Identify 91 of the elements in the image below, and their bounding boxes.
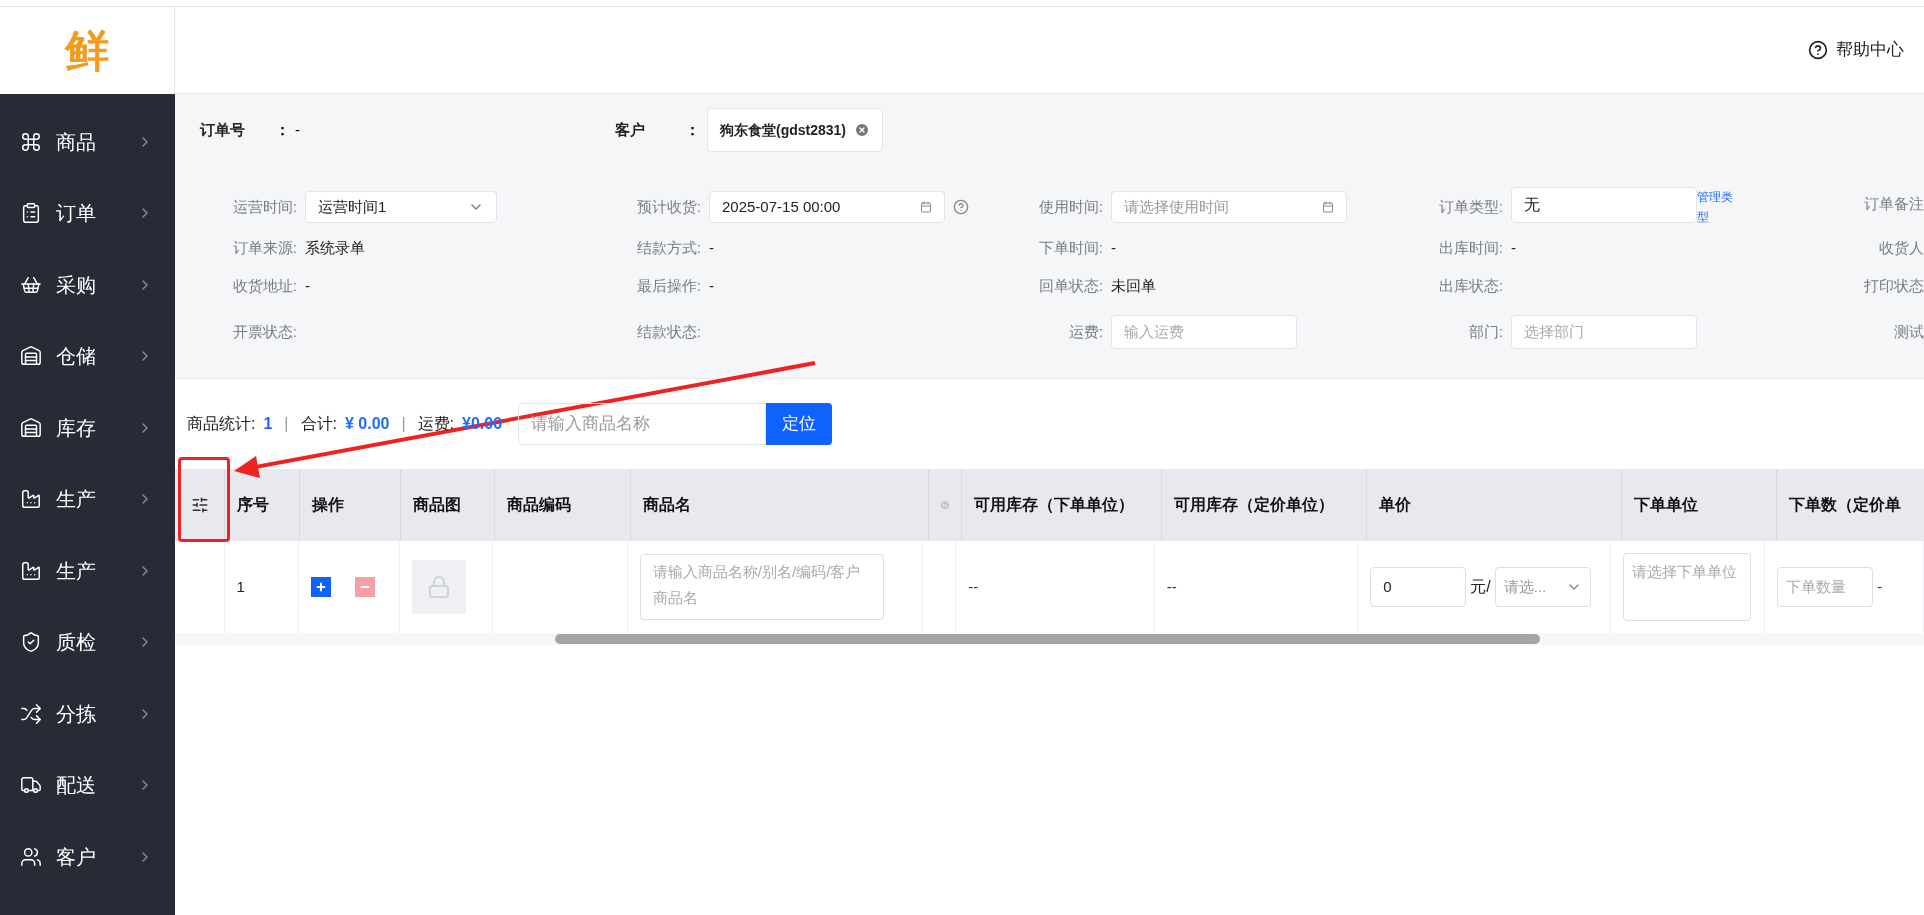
column-header: 操作 (312, 495, 344, 515)
date-field[interactable]: 2025-07-15 00:00 (709, 191, 945, 223)
plus-icon (315, 581, 328, 593)
field-label: 打印状态 (1864, 275, 1924, 296)
column-header: 可用库存（定价单位） (1174, 495, 1334, 515)
menu-item-icon (20, 559, 42, 582)
order-number-label: 订单号 (200, 119, 246, 140)
menu-item-icon (20, 130, 42, 153)
field-value: - (305, 275, 310, 296)
remove-row-button[interactable] (355, 577, 376, 597)
field-label: 下单时间: (1038, 237, 1103, 258)
logo: 鲜 (65, 28, 109, 73)
select-field[interactable]: 运营时间1 (305, 191, 497, 223)
menu-item-icon (20, 202, 42, 225)
field-label: 使用时间: (1038, 196, 1103, 217)
field-label: 预计收货: (636, 196, 701, 217)
column-header: 下单数（定价单 (1789, 495, 1901, 515)
help-icon[interactable] (953, 199, 969, 215)
sidebar-item[interactable]: 客户 (0, 821, 175, 893)
locate-button[interactable]: 定位 (766, 403, 833, 445)
column-header: 单价 (1379, 495, 1411, 515)
add-row-button[interactable] (311, 577, 332, 597)
column-header: 下单单位 (1634, 495, 1698, 515)
menu-item-icon (20, 345, 42, 368)
column-header: 可用库存（下单单位） (974, 495, 1134, 515)
input-field[interactable]: 无 (1511, 187, 1697, 223)
field-value: - (709, 237, 714, 258)
field-value: - (1111, 237, 1116, 258)
manage-types-link[interactable]: 管理类型 (1697, 187, 1739, 227)
colon: ： (685, 119, 701, 140)
menu-item-icon (20, 702, 42, 725)
field-value: 未回单 (1111, 275, 1156, 296)
column-header: 序号 (237, 495, 269, 515)
column-settings-icon[interactable] (190, 496, 209, 514)
field-label: 结款方式: (636, 237, 701, 258)
field-value: - (709, 275, 714, 296)
field-label: 结款状态: (636, 321, 701, 342)
customer-label: 客户 (615, 119, 646, 140)
separator: | (401, 414, 406, 434)
total-value: ¥ 0.00 (344, 414, 390, 434)
menu-item-icon (20, 631, 42, 654)
field-value: 系统录单 (305, 237, 365, 258)
sidebar-item[interactable]: 分拣 (0, 678, 175, 750)
customer-tag[interactable]: 狗东食堂(gdst2831) (707, 108, 884, 152)
sidebar-item[interactable]: 生产 (0, 535, 175, 607)
field-label: 收货地址: (232, 275, 297, 296)
field-label: 订单备注 (1864, 193, 1924, 214)
field-label: 订单类型: (1438, 196, 1503, 217)
sidebar-item[interactable]: 仓储 (0, 320, 175, 392)
sidebar-item[interactable]: 采购 (0, 249, 175, 321)
sidebar-item[interactable]: 商品 (0, 106, 175, 178)
sidebar-item[interactable]: 订单 (0, 177, 175, 249)
calendar-icon (1322, 201, 1334, 213)
clear-icon[interactable] (854, 122, 871, 138)
menu-item-icon (20, 488, 42, 511)
price-field[interactable]: 0 (1370, 567, 1467, 607)
help-icon (1808, 40, 1828, 60)
column-header: 商品编码 (507, 495, 571, 515)
menu-item-icon (20, 845, 42, 868)
price-unit: 元/ (1470, 577, 1491, 597)
field-label: 回单状态: (1038, 275, 1103, 296)
field-label: 收货人 (1879, 237, 1924, 258)
field-label: 测试 (1894, 321, 1924, 342)
field-label: 开票状态: (232, 321, 297, 342)
field-label: 部门: (1468, 321, 1503, 342)
quantity-suffix: - (1877, 576, 1883, 597)
scrollbar-thumb[interactable] (555, 634, 1540, 644)
sidebar-item[interactable]: 库存 (0, 392, 175, 464)
order-number-value: - (295, 119, 301, 140)
field-label: 最后操作: (636, 275, 701, 296)
help-center-link[interactable]: 帮助中心 (1808, 37, 1904, 63)
colon: ： (275, 119, 291, 140)
column-header: 商品名 (643, 495, 691, 515)
field-value: - (1511, 237, 1516, 258)
field-label: 订单来源: (232, 237, 297, 258)
calendar-icon (920, 201, 932, 213)
field-label: 出库时间: (1438, 237, 1503, 258)
total-label: 合计: (300, 414, 337, 434)
count-value: 1 (263, 414, 273, 434)
sidebar-item[interactable]: 生产 (0, 463, 175, 535)
freight-label: 运费: (417, 414, 455, 434)
field-label: 运费: (1068, 321, 1103, 342)
field-label: 出库状态: (1438, 275, 1503, 296)
column-header: 商品图 (413, 495, 461, 515)
separator: | (284, 414, 289, 434)
lock-icon (426, 575, 451, 599)
count-label: 商品统计: (187, 414, 256, 434)
sidebar-item[interactable]: 质检 (0, 606, 175, 678)
sidebar-item[interactable]: 配送 (0, 749, 175, 821)
field-label: 运营时间: (232, 196, 297, 217)
menu-item-icon (20, 416, 42, 439)
